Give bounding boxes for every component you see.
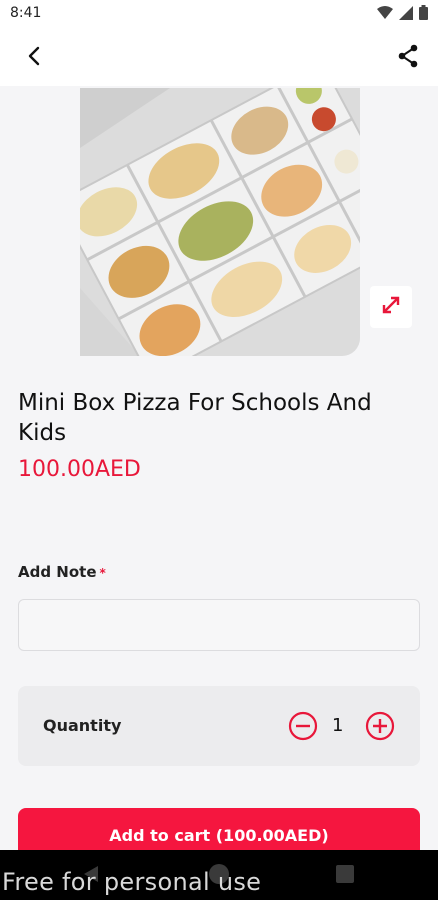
note-label-text: Add Note — [18, 563, 97, 581]
signal-icon — [399, 5, 413, 24]
status-time: 8:41 — [10, 5, 42, 21]
note-input[interactable] — [18, 599, 420, 651]
increase-quantity-button[interactable] — [365, 711, 395, 741]
share-button[interactable] — [392, 42, 424, 74]
status-bar: 8:41 — [0, 0, 438, 28]
product-price: 100.00AED — [18, 457, 141, 482]
quantity-card: Quantity 1 — [18, 686, 420, 766]
battery-icon — [419, 5, 428, 24]
pizza-box-illustration — [80, 88, 360, 356]
expand-image-button[interactable] — [370, 286, 412, 328]
wifi-icon — [377, 5, 393, 24]
quantity-value: 1 — [332, 715, 344, 736]
expand-icon — [380, 294, 402, 320]
note-label: Add Note * — [18, 563, 106, 581]
minus-circle-icon — [288, 711, 318, 745]
product-title: Mini Box Pizza For Schools And Kids — [18, 390, 372, 446]
watermark-text: Free for personal use — [2, 868, 262, 896]
share-icon — [397, 44, 419, 72]
app-bar — [0, 28, 438, 86]
plus-circle-icon — [365, 711, 395, 745]
quantity-label: Quantity — [43, 716, 122, 735]
required-mark: * — [99, 566, 106, 580]
decrease-quantity-button[interactable] — [288, 711, 318, 741]
back-button[interactable] — [18, 42, 50, 74]
product-image[interactable] — [80, 88, 360, 356]
status-icons — [377, 5, 428, 24]
back-arrow-icon — [27, 46, 41, 70]
nav-recent-icon[interactable] — [336, 865, 354, 883]
